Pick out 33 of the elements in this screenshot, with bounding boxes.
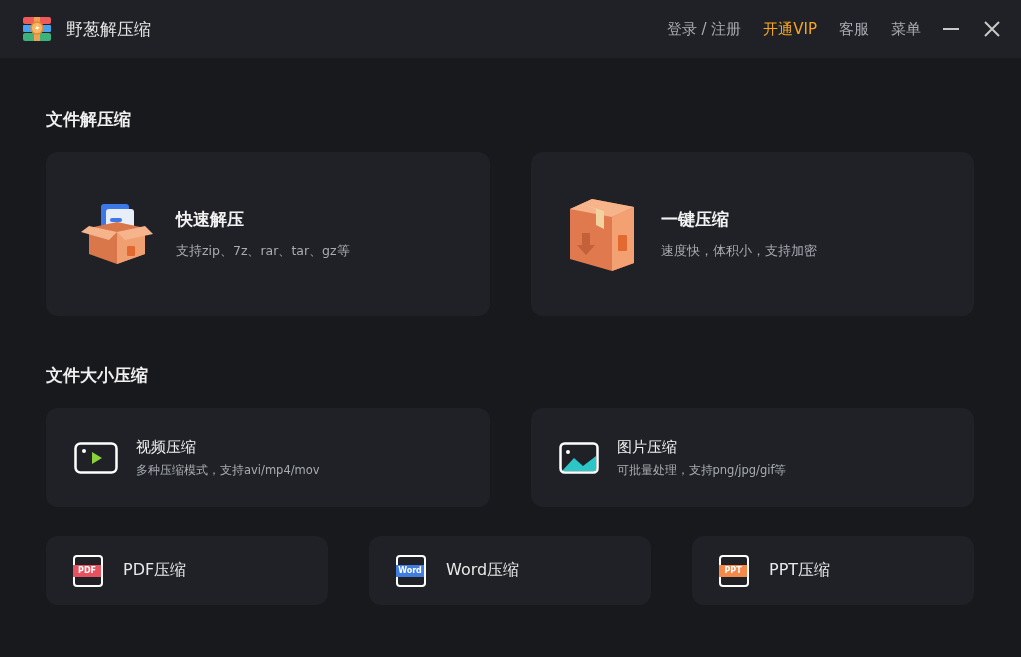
card-title: 视频压缩 [136,437,197,457]
feature-card[interactable]: 图片压缩 可批量处理，支持png/jpg/gif等 [530,408,974,507]
card-title: PPT压缩 [769,560,831,581]
document-card[interactable]: PPT PPT压缩 [692,536,974,605]
section-title: 文件解压缩 [46,108,132,130]
card-title: 图片压缩 [616,437,678,457]
card-title: 一键压缩 [660,208,730,231]
window-title: 野葱解压缩 [66,17,151,41]
card-title: Word压缩 [446,560,520,581]
feature-card[interactable]: 一键压缩 速度快，体积小，支持加密 [530,152,974,316]
section-title: 文件大小压缩 [46,364,149,386]
minimize-icon [943,28,959,30]
video-icon [74,441,118,474]
feature-card[interactable]: 快速解压 支持zip、7z、rar、tar、gz等 [46,152,490,316]
image-icon [558,441,599,474]
file-badge: PDF [73,564,101,577]
nav-link[interactable]: 客服 [839,19,869,39]
card-description: 可批量处理，支持png/jpg/gif等 [616,462,787,478]
nav-link[interactable]: 登录 / 注册 [666,19,742,39]
document-card[interactable]: Word Word压缩 [369,536,651,605]
feature-card[interactable]: 视频压缩 多种压缩模式，支持avi/mp4/mov [46,408,490,507]
file-badge: PPT [719,564,747,577]
card-title: 快速解压 [176,208,245,231]
close-icon [983,20,1001,38]
card-title: PDF压缩 [123,560,187,581]
logo-icon [22,16,52,42]
file-badge: Word [396,564,424,577]
card-description: 支持zip、7z、rar、tar、gz等 [176,243,350,260]
card-description: 多种压缩模式，支持avi/mp4/mov [136,462,320,478]
document-card[interactable]: PDF PDF压缩 [46,536,328,605]
nav-link[interactable]: 开通VIP [763,19,817,39]
card-description: 速度快，体积小，支持加密 [660,243,817,260]
nav-link[interactable]: 菜单 [891,19,921,39]
